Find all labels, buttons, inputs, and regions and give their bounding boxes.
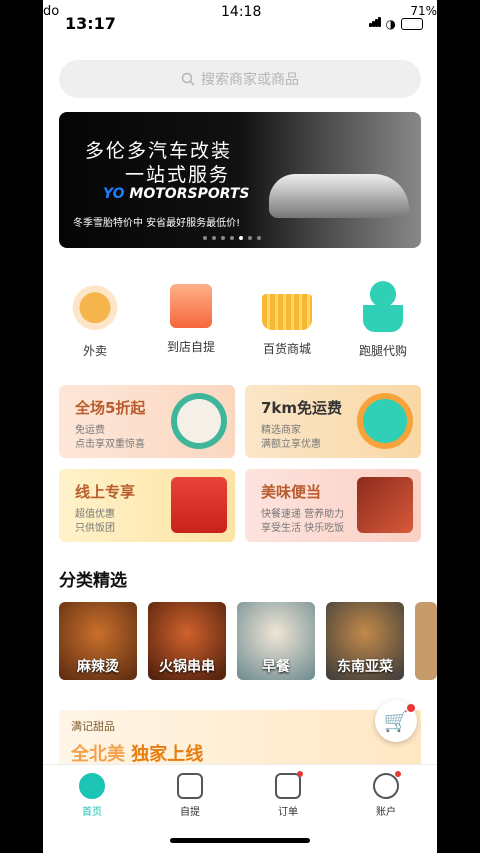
cart-icon: 🛒	[383, 709, 409, 733]
promo-card-online-exclusive[interactable]: 线上专享 超值优惠 只供饭团	[59, 469, 235, 542]
banner-subtitle: 冬季雪胎特价中 安省最好服务最低价!	[73, 218, 241, 229]
home-indicator	[170, 838, 310, 843]
banner-brand-logo: YO MOTORSPORTS	[103, 186, 250, 202]
search-input[interactable]: 搜索商家或商品	[59, 60, 421, 98]
section-title: 分类精选	[59, 571, 127, 591]
battery-icon	[401, 17, 423, 30]
search-icon	[181, 72, 195, 86]
banner-title-line1: 多伦多汽车改装	[85, 140, 233, 162]
quick-action-pickup[interactable]: 到店自提	[145, 278, 237, 355]
promo-card-bento[interactable]: 美味便当 快餐速递 营养助力 享受生活 快乐吃饭	[245, 469, 421, 542]
status-time-center: 14:18	[221, 4, 262, 20]
status-icons: ◑	[368, 16, 423, 31]
roast-chicken-icon	[68, 278, 122, 332]
status-bar: do 13:17 14:18 71% ◑	[43, 0, 437, 36]
orders-icon	[275, 771, 303, 799]
quick-action-takeout[interactable]: 外卖	[49, 278, 141, 359]
category-breakfast[interactable]: 早餐	[237, 602, 315, 680]
app-screen: do 13:17 14:18 71% ◑ 搜索商家或商品 多伦多汽车改装 一站式…	[43, 0, 437, 853]
category-malatang[interactable]: 麻辣烫	[59, 602, 137, 680]
promo-card-half-price[interactable]: 全场5折起 免运费 点击享双重惊喜	[59, 385, 235, 458]
tab-orders[interactable]: 订单	[239, 771, 337, 818]
bento-box-image	[357, 477, 413, 533]
quick-action-errand[interactable]: 跑腿代购	[337, 278, 429, 359]
signal-icon	[368, 16, 381, 31]
courier-mascot-image	[357, 393, 413, 449]
promo-card-free-delivery[interactable]: 7km免运费 精选商家 满额立享优惠	[245, 385, 421, 458]
tab-home[interactable]: 首页	[43, 773, 141, 818]
orders-badge	[297, 771, 303, 777]
shopping-bag-icon	[170, 284, 212, 328]
home-icon	[79, 773, 105, 799]
banner-title-line2: 一站式服务	[125, 164, 231, 186]
carousel-dots	[203, 236, 261, 240]
sushi-plate-image	[171, 393, 227, 449]
user-icon	[373, 771, 401, 799]
bag-icon	[177, 773, 203, 799]
status-time: 13:17	[65, 14, 116, 33]
tab-account[interactable]: 账户	[337, 771, 435, 818]
category-more[interactable]	[415, 602, 437, 680]
red-envelope-image	[171, 477, 227, 533]
basket-icon	[262, 294, 312, 330]
courier-icon	[363, 278, 403, 332]
ad-banner[interactable]: 满记甜品 全北美 独家上线	[59, 710, 421, 770]
ad-slogan: 全北美 独家上线	[71, 744, 204, 765]
quick-action-mall[interactable]: 百货商城	[241, 278, 333, 357]
ad-brand: 满记甜品	[71, 720, 115, 733]
car-image	[269, 174, 409, 218]
search-placeholder: 搜索商家或商品	[201, 72, 299, 88]
promo-banner[interactable]: 多伦多汽车改装 一站式服务 YO MOTORSPORTS 冬季雪胎特价中 安省最…	[59, 112, 421, 248]
category-southeast-asian[interactable]: 东南亚菜	[326, 602, 404, 680]
carrier-label: do	[43, 4, 60, 19]
tab-pickup[interactable]: 自提	[141, 773, 239, 818]
category-hotpot[interactable]: 火锅串串	[148, 602, 226, 680]
cart-button[interactable]: 🛒	[375, 700, 417, 742]
wifi-icon: ◑	[385, 16, 396, 31]
cart-badge	[407, 704, 415, 712]
account-badge	[395, 771, 401, 777]
